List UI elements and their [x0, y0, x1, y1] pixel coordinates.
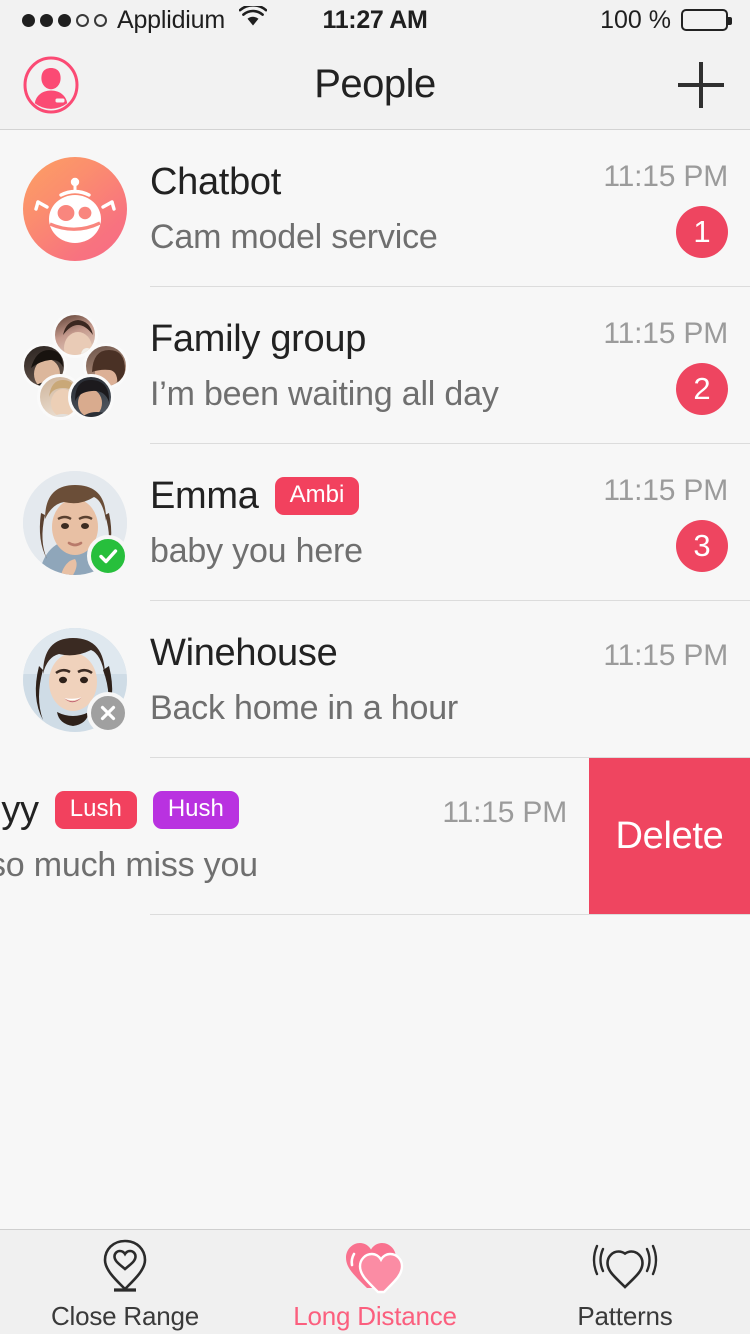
conversation-name: Chatbot [150, 160, 281, 203]
tab-bar: Close Range Long Distance Patterns [0, 1229, 750, 1334]
heart-waves-icon [592, 1237, 658, 1295]
tab-label: Long Distance [293, 1300, 457, 1331]
conversation-content: Chatbot Cam model service [150, 161, 575, 257]
conversation-preview: so much miss you [0, 845, 258, 884]
conversation-timestamp: 11:15 PM [603, 316, 728, 350]
conversation-meta: 11:15 PM [414, 758, 589, 915]
title-line: -yy Lush Hush [0, 789, 398, 832]
avatar-container [0, 627, 150, 734]
status-bar: Applidium 11:27 AM 100 % [0, 0, 750, 40]
signal-strength-icon [22, 13, 107, 27]
conversation-tag-ambi[interactable]: Ambi [274, 477, 360, 515]
title-line: Chatbot [150, 161, 559, 204]
conversation-preview: Back home in a hour [150, 688, 459, 727]
title-line: Winehouse [150, 632, 559, 675]
battery-percent-label: 100 % [600, 5, 671, 34]
conversation-name: Emma [150, 474, 259, 517]
map-pin-heart-icon [100, 1237, 150, 1295]
x-circle-icon [87, 691, 129, 734]
tab-long-distance[interactable]: Long Distance [250, 1230, 500, 1334]
conversation-meta: 11:15 PM [575, 601, 750, 758]
avatar-container [0, 156, 150, 261]
family-group-avatar-cluster [21, 311, 129, 420]
conversation-timestamp: 11:15 PM [442, 796, 567, 829]
page-title: People [314, 62, 436, 106]
group-member-avatar [68, 373, 114, 420]
profile-avatar-icon[interactable] [22, 56, 80, 114]
app-screen: Applidium 11:27 AM 100 % People Chatbot … [0, 0, 750, 1334]
status-bar-left: Applidium [22, 3, 268, 35]
conversation-preview: Cam model service [150, 217, 438, 256]
conversation-tag-lush[interactable]: Lush [54, 791, 137, 829]
conversation-timestamp: 11:15 PM [603, 473, 728, 507]
conversation-row-emma[interactable]: Emma Ambi baby you here 11:15 PM 3 [0, 444, 750, 601]
conversation-meta: 11:15 PM 2 [575, 287, 750, 444]
conversation-preview: I’m been waiting all day [150, 374, 499, 413]
title-line: Family group [150, 318, 559, 361]
tab-label: Patterns [577, 1300, 673, 1331]
double-heart-icon [344, 1237, 406, 1295]
title-line: Emma Ambi [150, 475, 559, 518]
wifi-icon [238, 3, 268, 35]
delete-button[interactable]: Delete [589, 758, 750, 915]
conversation-list: Chatbot Cam model service 11:15 PM 1 Fam… [0, 130, 750, 1229]
chatbot-robot-avatar [23, 156, 127, 261]
conversation-row-chatbot[interactable]: Chatbot Cam model service 11:15 PM 1 [0, 130, 750, 287]
tab-patterns[interactable]: Patterns [500, 1230, 750, 1334]
conversation-row-family-group[interactable]: Family group I’m been waiting all day 11… [0, 287, 750, 444]
conversation-tag-hush[interactable]: Hush [152, 791, 239, 829]
conversation-timestamp: 11:15 PM [603, 159, 728, 193]
carrier-name: Applidium [117, 5, 225, 34]
check-circle-icon [87, 534, 129, 577]
swiped-row-content: -yy Lush Hush so much miss you 11:15 PM [0, 758, 589, 915]
conversation-preview: baby you here [150, 531, 363, 570]
conversation-name: Winehouse [150, 631, 338, 674]
tab-label: Close Range [50, 1300, 200, 1331]
conversation-row-winehouse[interactable]: Winehouse Back home in a hour 11:15 PM [0, 601, 750, 758]
unread-badge: 1 [676, 205, 728, 258]
tab-close-range[interactable]: Close Range [0, 1230, 250, 1334]
conversation-content: -yy Lush Hush so much miss you [0, 789, 414, 885]
conversation-timestamp: 11:15 PM [603, 639, 728, 672]
conversation-content: Family group I’m been waiting all day [150, 318, 575, 414]
plus-icon[interactable] [674, 58, 728, 112]
unread-badge: 2 [676, 362, 728, 415]
conversation-name: Family group [150, 317, 367, 360]
conversation-row-lyy[interactable]: -yy Lush Hush so much miss you 11:15 PM … [0, 758, 750, 915]
conversation-content: Winehouse Back home in a hour [150, 632, 575, 728]
unread-badge: 3 [676, 519, 728, 572]
navigation-bar: People [0, 40, 750, 130]
conversation-meta: 11:15 PM 3 [575, 444, 750, 601]
avatar-container [0, 311, 150, 420]
battery-icon [681, 9, 732, 31]
status-bar-right: 100 % [600, 5, 732, 35]
conversation-content: Emma Ambi baby you here [150, 475, 575, 571]
conversation-name: -yy [0, 788, 39, 831]
row-separator [150, 914, 750, 915]
avatar-container [0, 470, 150, 577]
conversation-meta: 11:15 PM 1 [575, 130, 750, 287]
